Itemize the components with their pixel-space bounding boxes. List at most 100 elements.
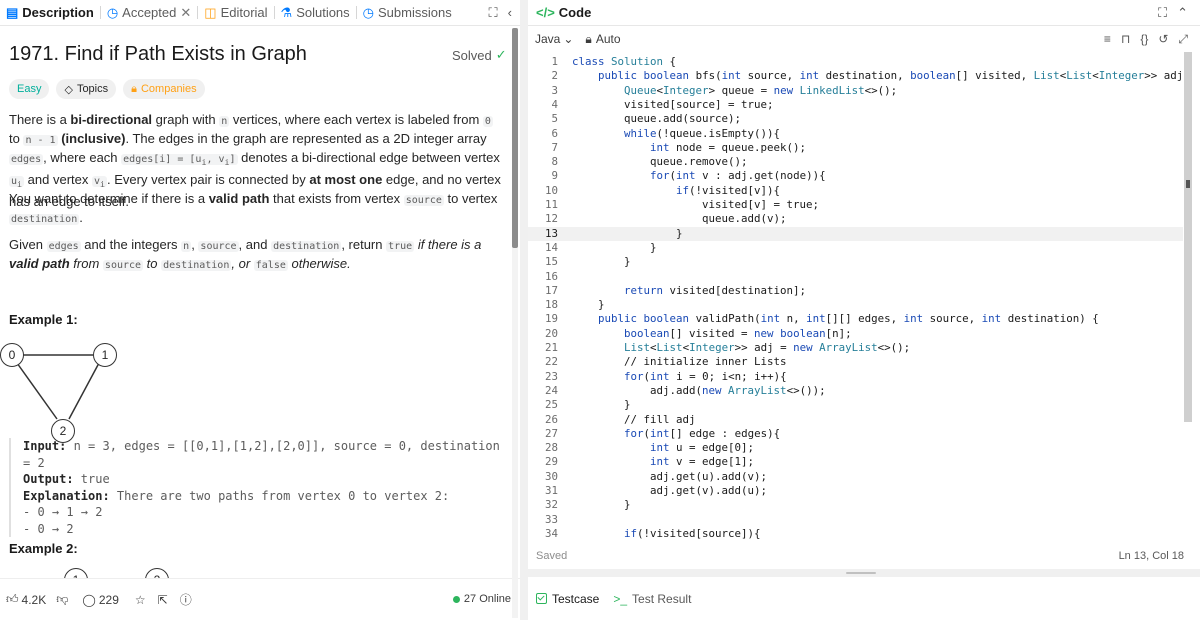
code-line[interactable]: 17 return visited[destination]; xyxy=(528,284,1183,298)
code-text[interactable]: visited[source] = true; xyxy=(572,98,774,112)
terminal-icon: >_ xyxy=(613,591,628,606)
code-text[interactable]: } xyxy=(572,398,631,412)
favorite-button[interactable]: ☆ xyxy=(135,593,146,607)
code-text[interactable]: adj.get(v).add(u); xyxy=(572,484,767,498)
code-text[interactable]: visited[v] = true; xyxy=(572,198,819,212)
code-text[interactable]: while(!queue.isEmpty()){ xyxy=(572,127,780,141)
expand-icon[interactable]: ⛶ xyxy=(1158,5,1167,21)
code-text[interactable]: Queue<Integer> queue = new LinkedList<>(… xyxy=(572,84,897,98)
code-text[interactable]: boolean[] visited = new boolean[n]; xyxy=(572,327,852,341)
code-text[interactable]: } xyxy=(572,498,631,512)
code-text[interactable]: int u = edge[0]; xyxy=(572,441,754,455)
code-text[interactable]: queue.add(source); xyxy=(572,112,741,126)
like-button[interactable]: 👍︎ 4.2K xyxy=(6,592,46,607)
auto-mode-toggle[interactable]: 🔒︎ Auto xyxy=(585,32,620,47)
tab-test-result[interactable]: >_ Test Result xyxy=(613,592,691,606)
problem-title[interactable]: 1971. Find if Path Exists in Graph xyxy=(9,43,307,66)
tab-solutions[interactable]: ⚗ Solutions xyxy=(275,0,356,26)
code-text[interactable]: public boolean bfs(int source, int desti… xyxy=(572,69,1183,83)
code-text[interactable]: return visited[destination]; xyxy=(572,284,806,298)
code-line[interactable]: 32 } xyxy=(528,498,1183,512)
code-text[interactable]: int v = edge[1]; xyxy=(572,455,754,469)
code-line[interactable]: 11 visited[v] = true; xyxy=(528,198,1183,212)
code-text[interactable]: if(!visited[source]){ xyxy=(572,527,761,541)
braces-icon[interactable]: {} xyxy=(1140,32,1148,47)
code-text[interactable]: // fill adj xyxy=(572,413,696,427)
code-line[interactable]: 26 // fill adj xyxy=(528,413,1183,427)
fullscreen-icon[interactable]: ⤢ xyxy=(1178,32,1188,47)
editor-scrollbar[interactable] xyxy=(1184,52,1192,422)
tab-accepted[interactable]: ◷ Accepted ✕ xyxy=(101,0,197,26)
companies-button[interactable]: 🔒︎ Companies xyxy=(123,79,205,99)
code-text[interactable]: class Solution { xyxy=(572,55,676,69)
code-line[interactable]: 14 } xyxy=(528,241,1183,255)
description-scroll-thumb[interactable] xyxy=(512,28,518,248)
code-text[interactable]: // initialize inner Lists xyxy=(572,355,787,369)
language-select[interactable]: Java ⌄ xyxy=(535,32,573,46)
code-text[interactable]: queue.remove(); xyxy=(572,155,748,169)
collapse-up-icon[interactable]: ⌃ xyxy=(1177,5,1188,21)
bookmark-icon[interactable]: ⊓ xyxy=(1121,32,1130,47)
code-line[interactable]: 25 } xyxy=(528,398,1183,412)
code-line[interactable]: 31 adj.get(v).add(u); xyxy=(528,484,1183,498)
code-line[interactable]: 19 public boolean validPath(int n, int[]… xyxy=(528,312,1183,326)
code-text[interactable]: adj.get(u).add(v); xyxy=(572,470,767,484)
code-line[interactable]: 29 int v = edge[1]; xyxy=(528,455,1183,469)
code-text[interactable]: adj.add(new ArrayList<>()); xyxy=(572,384,826,398)
reset-icon[interactable]: ↺ xyxy=(1158,32,1168,47)
dislike-button[interactable]: 👎︎ xyxy=(56,592,68,607)
code-line[interactable]: 16 xyxy=(528,270,1183,284)
code-line[interactable]: 27 for(int[] edge : edges){ xyxy=(528,427,1183,441)
code-line[interactable]: 7 int node = queue.peek(); xyxy=(528,141,1183,155)
code-text[interactable]: } xyxy=(572,298,605,312)
code-line[interactable]: 12 queue.add(v); xyxy=(528,212,1183,226)
tab-description[interactable]: ▤ Description xyxy=(0,0,100,26)
code-line[interactable]: 10 if(!visited[v]){ xyxy=(528,184,1183,198)
code-line[interactable]: 33 xyxy=(528,513,1183,527)
code-text[interactable]: for(int i = 0; i<n; i++){ xyxy=(572,370,787,384)
tab-editorial[interactable]: ◫ Editorial xyxy=(198,0,273,26)
code-text[interactable]: public boolean validPath(int n, int[][] … xyxy=(572,312,1099,326)
tab-testcase[interactable]: Testcase xyxy=(536,592,599,606)
code-text[interactable]: } xyxy=(572,241,657,255)
code-line[interactable]: 15 } xyxy=(528,255,1183,269)
code-editor[interactable]: 1 class Solution {2 public boolean bfs(in… xyxy=(528,55,1183,541)
code-line[interactable]: 8 queue.remove(); xyxy=(528,155,1183,169)
code-text[interactable]: } xyxy=(572,227,683,241)
code-text[interactable]: queue.add(v); xyxy=(572,212,787,226)
code-line[interactable]: 18 } xyxy=(528,298,1183,312)
code-line[interactable]: 1 class Solution { xyxy=(528,55,1183,69)
code-line[interactable]: 30 adj.get(u).add(v); xyxy=(528,470,1183,484)
help-button[interactable]: ⓘ xyxy=(180,591,192,608)
code-text[interactable]: for(int[] edge : edges){ xyxy=(572,427,780,441)
code-text[interactable]: if(!visited[v]){ xyxy=(572,184,780,198)
resize-handle[interactable] xyxy=(846,572,876,574)
code-line[interactable]: 5 queue.add(source); xyxy=(528,112,1183,126)
tab-submissions[interactable]: ◷ Submissions xyxy=(357,0,458,26)
code-text[interactable]: int node = queue.peek(); xyxy=(572,141,806,155)
code-line[interactable]: 28 int u = edge[0]; xyxy=(528,441,1183,455)
code-line[interactable]: 20 boolean[] visited = new boolean[n]; xyxy=(528,327,1183,341)
code-line[interactable]: 24 adj.add(new ArrayList<>()); xyxy=(528,384,1183,398)
code-line[interactable]: 9 for(int v : adj.get(node)){ xyxy=(528,169,1183,183)
code-line[interactable]: 3 Queue<Integer> queue = new LinkedList<… xyxy=(528,84,1183,98)
expand-icon[interactable]: ⛶ xyxy=(489,5,498,21)
code-line[interactable]: 34 if(!visited[source]){ xyxy=(528,527,1183,541)
collapse-left-icon[interactable]: ‹ xyxy=(508,5,512,21)
code-line[interactable]: 2 public boolean bfs(int source, int des… xyxy=(528,69,1183,83)
close-icon[interactable]: ✕ xyxy=(180,5,191,21)
panel-resizer[interactable] xyxy=(520,0,528,620)
share-button[interactable]: ⇱ xyxy=(158,593,168,607)
comments-button[interactable]: ◯ 229 xyxy=(82,593,118,607)
code-line[interactable]: 4 visited[source] = true; xyxy=(528,98,1183,112)
code-text[interactable]: List<List<Integer>> adj = new ArrayList<… xyxy=(572,341,910,355)
format-icon[interactable]: ≡ xyxy=(1104,32,1111,47)
code-text[interactable]: } xyxy=(572,255,631,269)
code-line[interactable]: 22 // initialize inner Lists xyxy=(528,355,1183,369)
code-line[interactable]: 6 while(!queue.isEmpty()){ xyxy=(528,127,1183,141)
code-line[interactable]: 23 for(int i = 0; i<n; i++){ xyxy=(528,370,1183,384)
code-line[interactable]: 21 List<List<Integer>> adj = new ArrayLi… xyxy=(528,341,1183,355)
code-line[interactable]: 13 } xyxy=(528,226,1183,241)
code-text[interactable]: for(int v : adj.get(node)){ xyxy=(572,169,826,183)
topics-button[interactable]: ◇ Topics xyxy=(56,79,117,99)
